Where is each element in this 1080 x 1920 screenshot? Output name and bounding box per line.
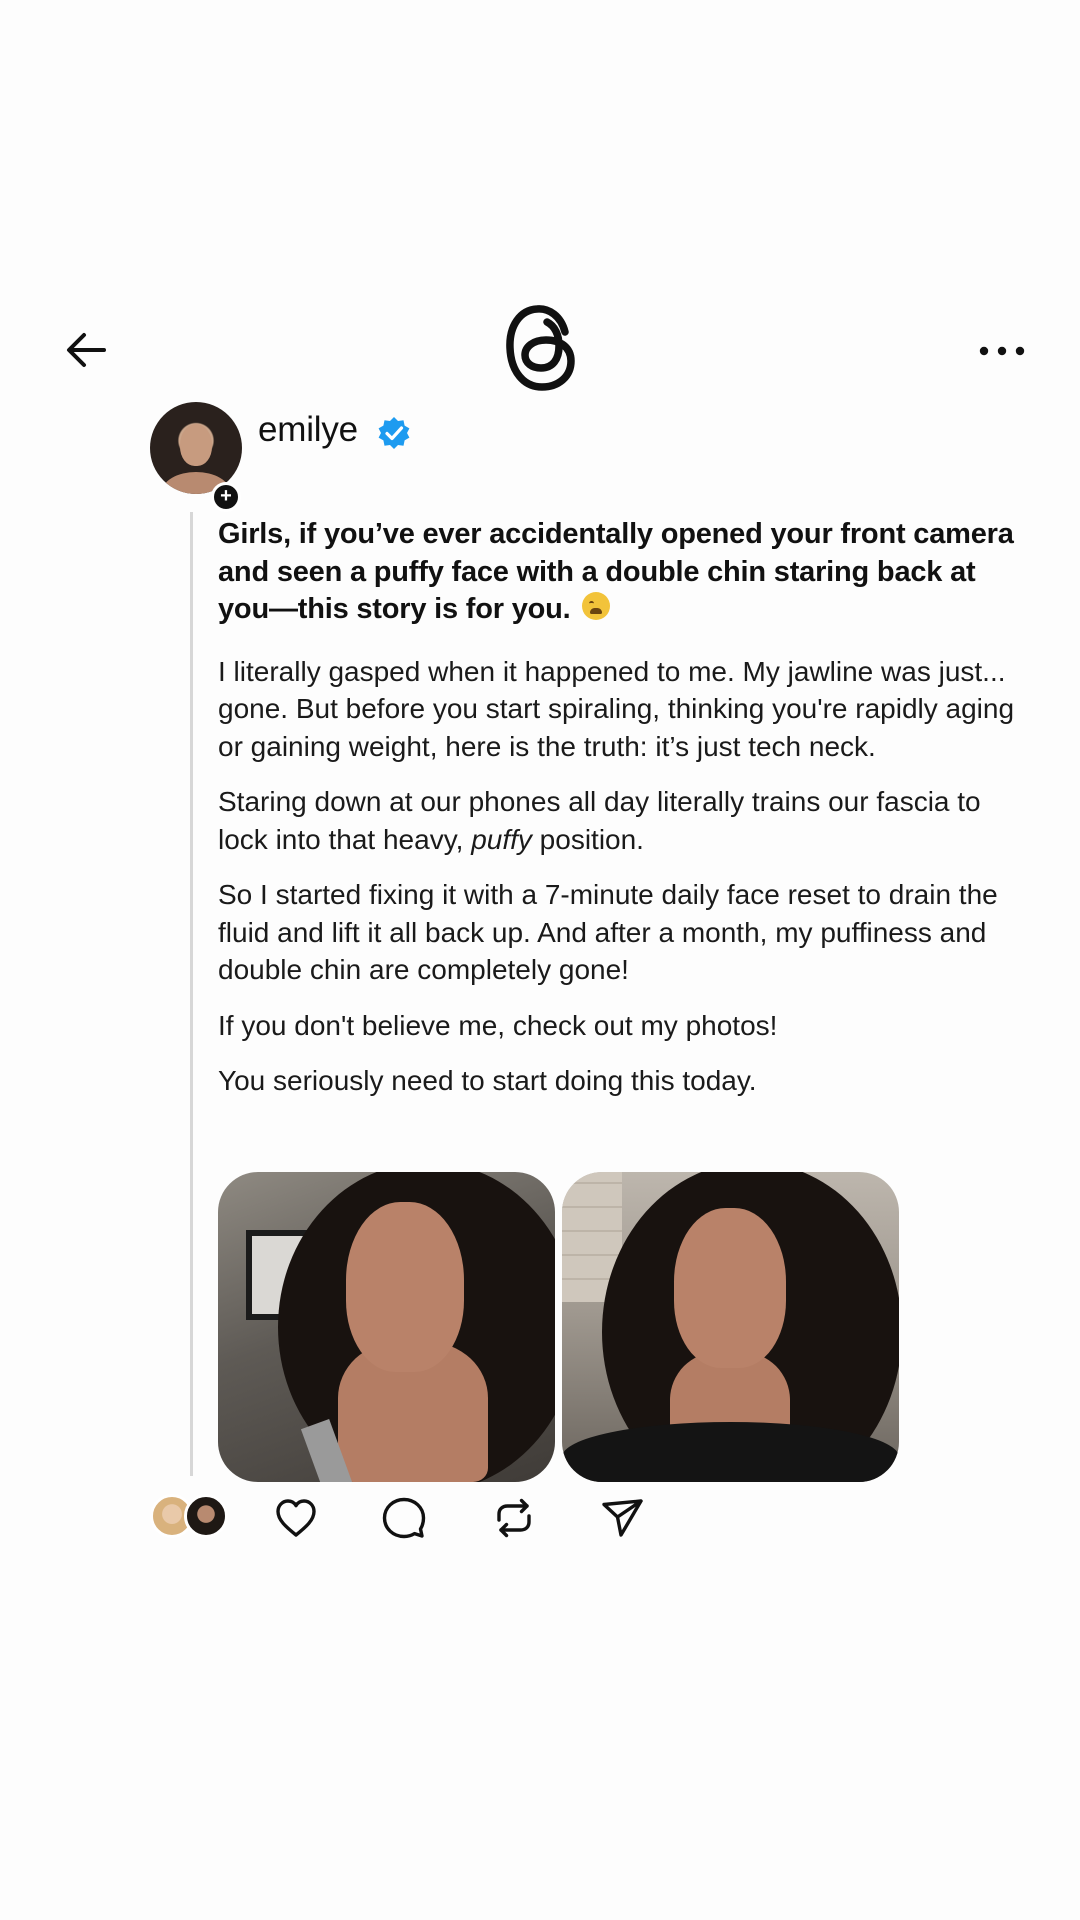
threads-post-screen: + emilye Girls, if you’ve ever accidenta…: [0, 0, 1080, 1920]
weary-face-emoji-icon: [582, 592, 611, 620]
post-paragraph-5: You seriously need to start doing this t…: [218, 1065, 757, 1096]
post-headline: Girls, if you’ve ever accidentally opene…: [218, 516, 1033, 629]
repost-icon: [497, 1498, 531, 1538]
more-horizontal-icon: [979, 346, 1025, 356]
like-button[interactable]: [268, 1490, 324, 1546]
send-icon: [602, 1499, 643, 1537]
follow-button[interactable]: +: [211, 482, 241, 512]
post-photo-before[interactable]: [218, 1172, 555, 1482]
arrow-left-icon: [67, 333, 106, 367]
post-paragraph-2-italic: puffy: [471, 823, 532, 855]
post-paragraph-4: If you don't believe me, check out my ph…: [218, 1009, 778, 1041]
threads-logo-icon[interactable]: [503, 302, 579, 394]
post-actions: [150, 1490, 670, 1550]
verified-badge-icon: [378, 417, 410, 449]
more-options-button[interactable]: [972, 334, 1032, 368]
heart-icon: [276, 1499, 316, 1537]
author-avatar[interactable]: [150, 402, 242, 494]
reply-avatar: [184, 1494, 228, 1538]
post-paragraph-2: Staring down at our phones all day liter…: [218, 783, 1033, 858]
post-paragraph-3: So I started fixing it with a 7-minute d…: [218, 879, 998, 985]
comment-icon: [382, 1497, 426, 1539]
reply-avatars[interactable]: [150, 1494, 234, 1540]
post-paragraph-2-end: position.: [531, 823, 644, 855]
share-button[interactable]: [594, 1490, 650, 1546]
author-username[interactable]: emilye: [258, 410, 358, 450]
post-paragraph-1: I literally gasped when it happened to m…: [218, 655, 1015, 762]
back-button[interactable]: [58, 322, 114, 378]
thread-connector-line: [190, 512, 193, 1476]
reply-button[interactable]: [376, 1490, 432, 1546]
post-photo-after[interactable]: [562, 1172, 899, 1482]
post-body: Girls, if you’ve ever accidentally opene…: [218, 516, 1033, 1100]
repost-button[interactable]: [486, 1490, 542, 1546]
post-headline-text: Girls, if you’ve ever accidentally opene…: [218, 518, 1014, 625]
